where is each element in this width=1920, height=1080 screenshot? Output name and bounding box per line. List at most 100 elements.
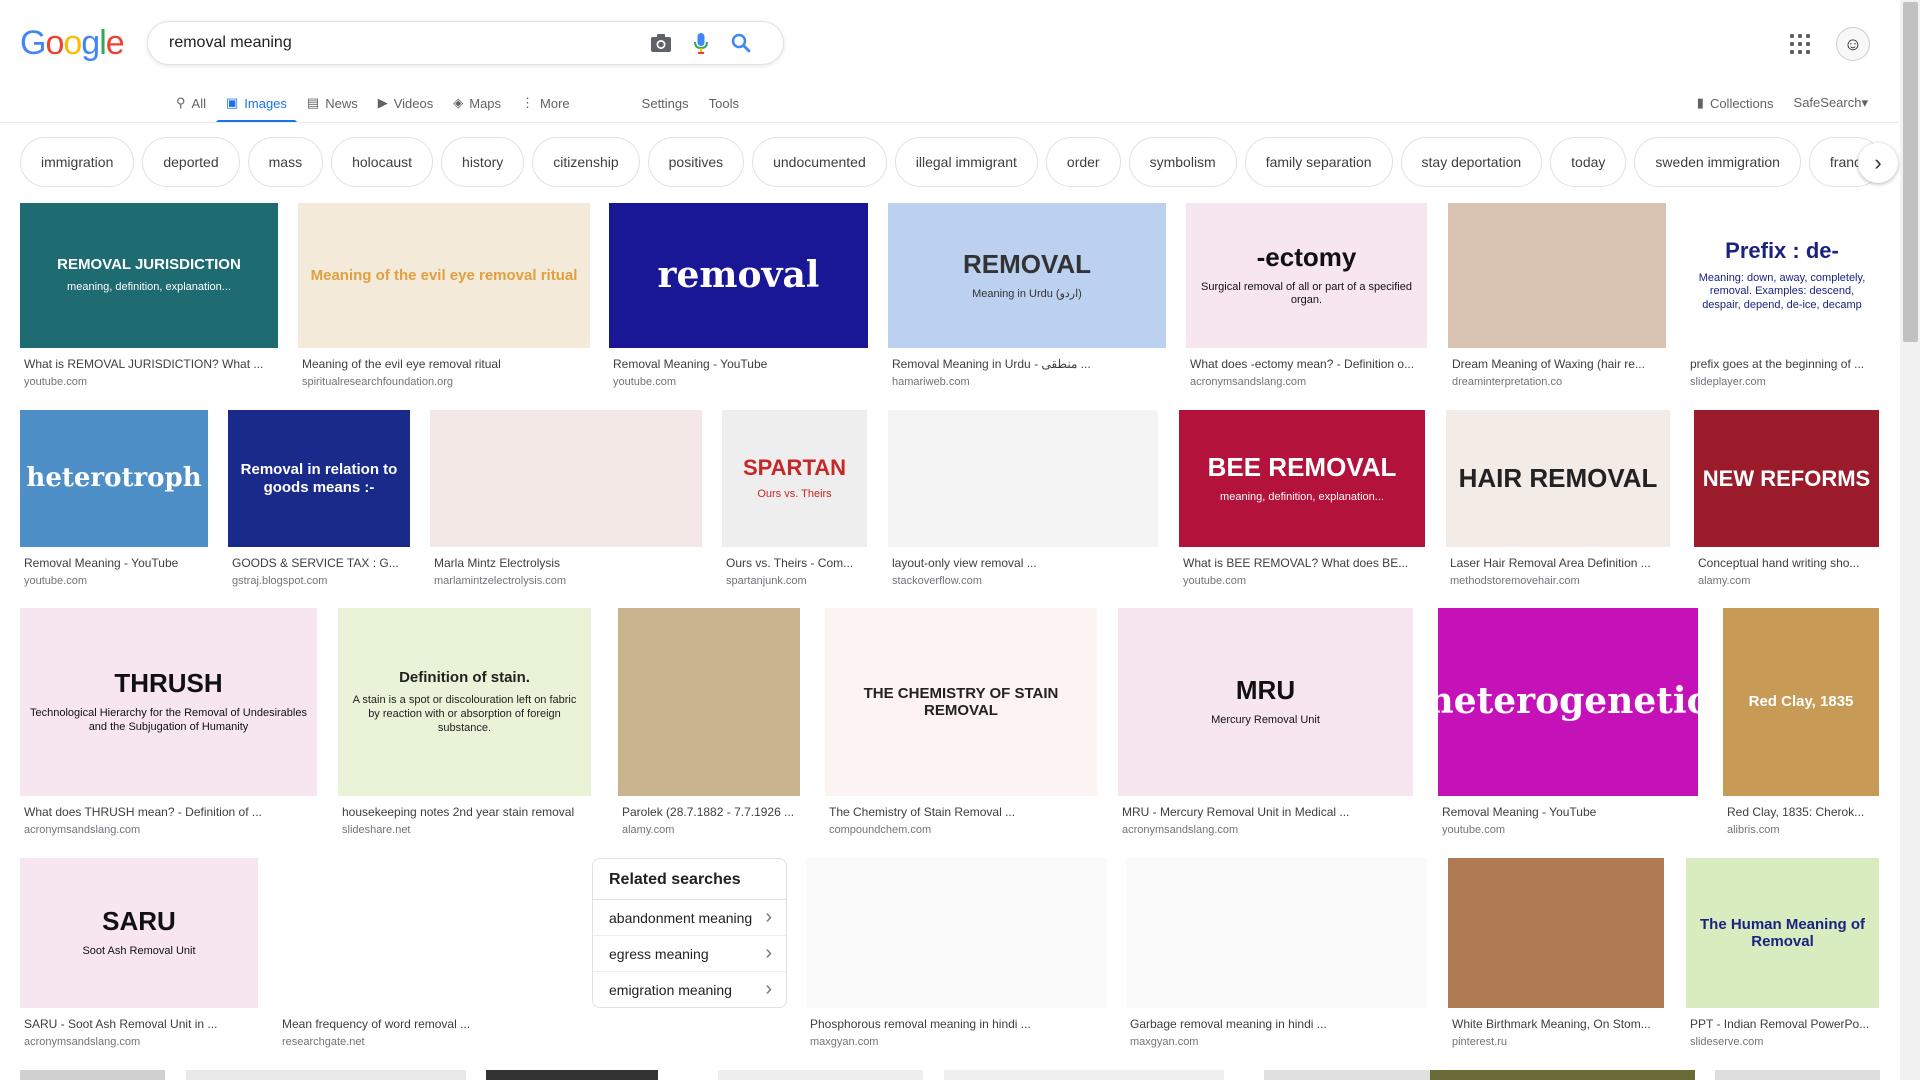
chip[interactable]: undocumented [752, 137, 887, 187]
image-result[interactable]: Prefix : de- Meaning: down, away, complet… [1686, 203, 1878, 390]
chip[interactable]: holocaust [331, 137, 434, 187]
tab-all[interactable]: ⚲ All [166, 84, 216, 122]
result-thumbnail[interactable] [1126, 858, 1427, 1008]
tab-more[interactable]: ⋮ More [511, 84, 580, 122]
image-result[interactable]: REMOVAL Meaning in Urdu (اردو) Removal Mea… [888, 203, 1166, 390]
image-result[interactable]: Mean frequency of word removal ... resear… [278, 858, 572, 1050]
result-thumbnail[interactable] [1448, 203, 1666, 348]
result-thumbnail[interactable]: THRUSH Technological Hierarchy for the Re… [20, 608, 317, 796]
result-thumbnail[interactable]: The Human Meaning of Removal [1686, 858, 1879, 1008]
image-result[interactable]: Parolek (28.7.1882 - 7.7.1926 ... alamy.c… [618, 608, 800, 838]
result-title[interactable]: Laser Hair Removal Area Definition ... [1450, 556, 1666, 570]
image-result[interactable]: Red Clay, 1835 Red Clay, 1835: Cherok... a… [1723, 608, 1879, 838]
image-result[interactable]: THE CHEMISTRY OF STAIN REMOVAL The Chemis… [825, 608, 1097, 838]
image-result[interactable]: BEE REMOVAL meaning, definition, explanat… [1179, 410, 1425, 589]
result-thumbnail[interactable]: SARU Soot Ash Removal Unit [20, 858, 258, 1008]
result-title[interactable]: Phosphorous removal meaning in hindi ... [810, 1017, 1103, 1031]
google-logo[interactable]: Google [20, 24, 125, 63]
chip[interactable]: stay deportation [1400, 137, 1543, 187]
result-thumbnail[interactable]: Definition of stain. A stain is a spot or… [338, 608, 591, 796]
scrollbar[interactable] [1900, 0, 1920, 1080]
result-title[interactable]: layout-only view removal ... [892, 556, 1154, 570]
scrollbar-thumb[interactable] [1903, 2, 1918, 342]
image-result[interactable]: White Birthmark Meaning, On Stom... pinte… [1448, 858, 1664, 1050]
result-thumbnail[interactable]: heterotroph [20, 410, 208, 547]
next-row-thumb[interactable] [486, 1070, 658, 1080]
image-result[interactable]: SPARTAN Ours vs. Theirs Ours vs. Theirs - … [722, 410, 867, 589]
result-title[interactable]: Removal Meaning - YouTube [1442, 805, 1694, 819]
chip[interactable]: sweden immigration [1634, 137, 1801, 187]
related-search-item[interactable]: abandonment meaning › [593, 900, 786, 936]
result-thumbnail[interactable]: Red Clay, 1835 [1723, 608, 1879, 796]
image-result[interactable]: Definition of stain. A stain is a spot or… [338, 608, 591, 838]
chip[interactable]: illegal immigrant [894, 137, 1038, 187]
result-title[interactable]: What is BEE REMOVAL? What does BE... [1183, 556, 1421, 570]
result-title[interactable]: Marla Mintz Electrolysis [434, 556, 698, 570]
result-title[interactable]: Removal Meaning - YouTube [613, 357, 864, 371]
chip[interactable]: order [1045, 137, 1121, 187]
result-thumbnail[interactable]: SPARTAN Ours vs. Theirs [722, 410, 867, 547]
camera-icon[interactable] [641, 23, 681, 63]
chip[interactable]: deported [142, 137, 240, 187]
safesearch-dropdown[interactable]: SafeSearch▾ [1794, 95, 1868, 111]
result-title[interactable]: Removal Meaning - YouTube [24, 556, 204, 570]
result-thumbnail[interactable]: MRU Mercury Removal Unit [1118, 608, 1413, 796]
image-result[interactable]: HAIR REMOVAL Laser Hair Removal Area Defi… [1446, 410, 1670, 589]
result-title[interactable]: What does -ectomy mean? - Definition o..… [1190, 357, 1423, 371]
result-title[interactable]: Removal Meaning in Urdu - منطقی ... [892, 357, 1162, 371]
image-result[interactable]: heterogenetic Removal Meaning - YouTube yo… [1438, 608, 1698, 838]
apps-grid-icon[interactable] [1782, 26, 1818, 62]
result-title[interactable]: prefix goes at the beginning of ... [1690, 357, 1874, 371]
next-row-thumb[interactable] [1430, 1070, 1695, 1080]
avatar[interactable]: ☺ [1836, 27, 1870, 61]
result-thumbnail[interactable] [618, 608, 800, 796]
chevron-right-icon[interactable]: › [1858, 143, 1898, 183]
result-title[interactable]: Ours vs. Theirs - Com... [726, 556, 863, 570]
related-search-item[interactable]: emigration meaning › [593, 972, 786, 1007]
image-result[interactable]: The Human Meaning of Removal PPT - Indian… [1686, 858, 1879, 1050]
image-result[interactable]: THRUSH Technological Hierarchy for the Re… [20, 608, 317, 838]
tab-videos[interactable]: ▶ Videos [368, 84, 444, 122]
chip[interactable]: immigration [20, 137, 135, 187]
result-title[interactable]: What does THRUSH mean? - Definition of .… [24, 805, 313, 819]
image-result[interactable]: Meaning of the evil eye removal ritual Me… [298, 203, 590, 390]
result-title[interactable]: SARU - Soot Ash Removal Unit in ... [24, 1017, 254, 1031]
chip[interactable]: symbolism [1128, 137, 1237, 187]
image-result[interactable]: MRU Mercury Removal Unit MRU - Mercury Rem… [1118, 608, 1413, 838]
result-thumbnail[interactable]: Removal in relation to goods means :- [228, 410, 410, 547]
image-result[interactable]: SARU Soot Ash Removal Unit SARU - Soot Ash… [20, 858, 258, 1050]
result-thumbnail[interactable]: Meaning of the evil eye removal ritual [298, 203, 590, 348]
result-thumbnail[interactable] [806, 858, 1107, 1008]
result-title[interactable]: Parolek (28.7.1882 - 7.7.1926 ... [622, 805, 796, 819]
result-thumbnail[interactable]: -ectomy Surgical removal of all or part o… [1186, 203, 1427, 348]
result-title[interactable]: Garbage removal meaning in hindi ... [1130, 1017, 1423, 1031]
result-title[interactable]: What is REMOVAL JURISDICTION? What ... [24, 357, 274, 371]
result-title[interactable]: The Chemistry of Stain Removal ... [829, 805, 1093, 819]
result-title[interactable]: housekeeping notes 2nd year stain remova… [342, 805, 587, 819]
search-input[interactable] [167, 33, 641, 53]
next-row-thumb[interactable] [1715, 1070, 1880, 1080]
image-result[interactable]: Marla Mintz Electrolysis marlamintzelectr… [430, 410, 702, 589]
chip[interactable]: positives [647, 137, 745, 187]
result-title[interactable]: Meaning of the evil eye removal ritual [302, 357, 586, 371]
result-thumbnail[interactable]: BEE REMOVAL meaning, definition, explanat… [1179, 410, 1425, 547]
image-result[interactable]: heterotroph Removal Meaning - YouTube yout… [20, 410, 208, 589]
next-row-thumb[interactable] [186, 1070, 466, 1080]
image-result[interactable]: Phosphorous removal meaning in hindi ...… [806, 858, 1107, 1050]
result-title[interactable]: White Birthmark Meaning, On Stom... [1452, 1017, 1660, 1031]
result-thumbnail[interactable] [1448, 858, 1664, 1008]
image-result[interactable]: removal Removal Meaning - YouTube youtube.… [609, 203, 868, 390]
related-search-item[interactable]: egress meaning › [593, 936, 786, 972]
result-thumbnail[interactable]: THE CHEMISTRY OF STAIN REMOVAL [825, 608, 1097, 796]
image-result[interactable]: Removal in relation to goods means :- GOO… [228, 410, 410, 589]
chip[interactable]: mass [247, 137, 324, 187]
result-title[interactable]: Red Clay, 1835: Cherok... [1727, 805, 1875, 819]
search-icon[interactable] [721, 23, 761, 63]
chip[interactable]: today [1550, 137, 1627, 187]
result-thumbnail[interactable] [278, 858, 572, 1008]
result-thumbnail[interactable]: heterogenetic [1438, 608, 1698, 796]
result-thumbnail[interactable]: REMOVAL JURISDICTION meaning, definition,… [20, 203, 278, 348]
result-title[interactable]: Dream Meaning of Waxing (hair re... [1452, 357, 1662, 371]
settings-link[interactable]: Settings [632, 84, 699, 122]
result-thumbnail[interactable] [888, 410, 1158, 547]
